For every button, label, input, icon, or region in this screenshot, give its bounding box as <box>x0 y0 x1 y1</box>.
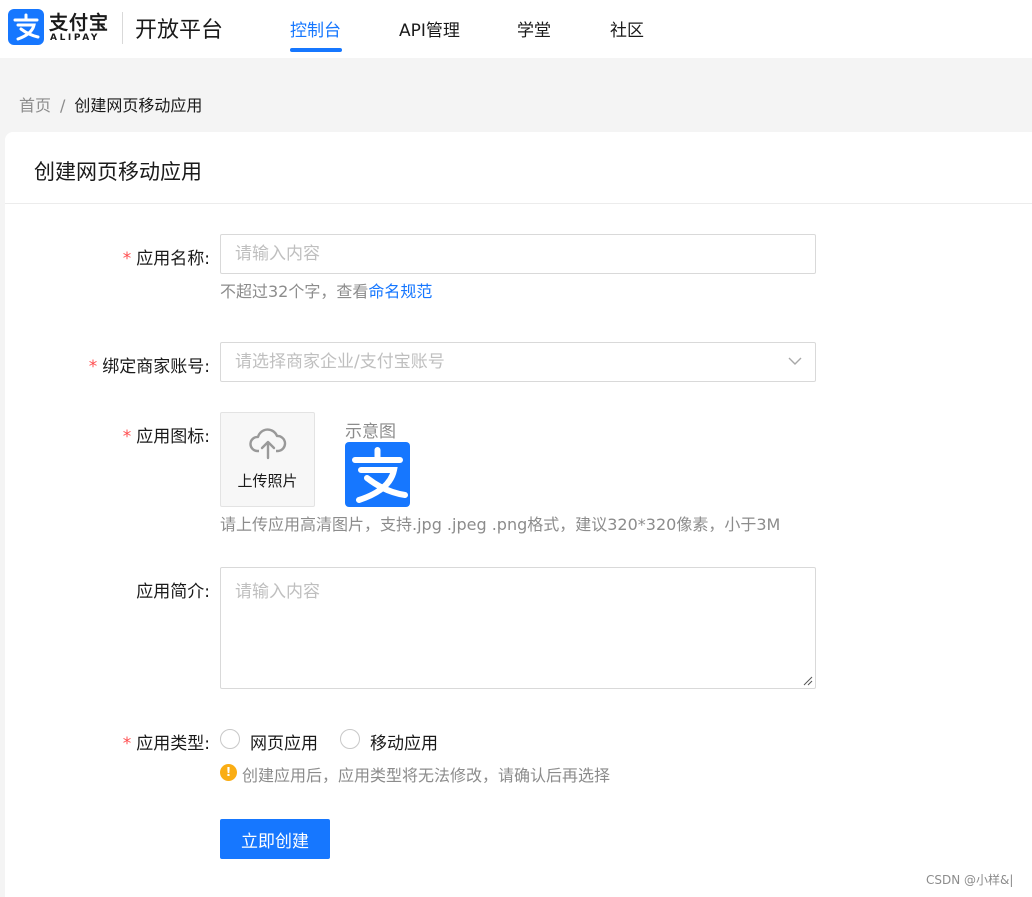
breadcrumb-separator: / <box>60 96 66 115</box>
radio-web-app-label[interactable]: 网页应用 <box>250 729 318 754</box>
nav-console[interactable]: 控制台 <box>290 16 341 41</box>
nav-active-indicator <box>290 48 342 52</box>
resize-grip-icon[interactable] <box>803 676 813 686</box>
breadcrumb: 首页 / 创建网页移动应用 <box>19 92 202 116</box>
merchant-account-placeholder: 请选择商家企业/支付宝账号 <box>235 352 445 372</box>
required-mark: * <box>122 249 132 269</box>
required-mark: * <box>122 734 132 754</box>
upload-photo-label: 上传照片 <box>237 472 298 490</box>
title-divider <box>5 203 1032 204</box>
breadcrumb-current: 创建网页移动应用 <box>74 96 203 115</box>
cloud-upload-icon <box>249 428 287 460</box>
upload-photo-button[interactable]: 上传照片 <box>220 412 315 507</box>
top-navbar: 支付宝 ALIPAY 开放平台 控制台 API管理 学堂 社区 <box>0 0 1032 58</box>
radio-mobile-app-label[interactable]: 移动应用 <box>370 729 438 754</box>
naming-rules-link[interactable]: 命名规范 <box>368 282 432 301</box>
app-name-help: 不超过32个字，查看命名规范 <box>220 282 433 301</box>
page-title: 创建网页移动应用 <box>34 160 202 184</box>
radio-web-app[interactable] <box>220 729 240 749</box>
required-mark: * <box>88 357 98 377</box>
logo-divider <box>122 12 123 44</box>
alipay-logo-icon[interactable] <box>8 9 44 45</box>
create-now-button[interactable]: 立即创建 <box>220 819 330 859</box>
breadcrumb-home[interactable]: 首页 <box>19 96 51 115</box>
app-intro-label: 应用简介: <box>136 582 210 602</box>
chevron-down-icon <box>788 357 802 365</box>
logo-subtext: ALIPAY <box>50 33 101 43</box>
platform-title: 开放平台 <box>135 18 224 43</box>
app-name-input[interactable] <box>220 234 816 274</box>
app-intro-textarea[interactable] <box>220 567 816 689</box>
app-type-label: * 应用类型: <box>122 734 210 754</box>
nav-academy[interactable]: 学堂 <box>517 16 551 41</box>
warning-icon: ! <box>220 764 237 781</box>
merchant-account-label: * 绑定商家账号: <box>88 357 210 377</box>
radio-mobile-app[interactable] <box>340 729 360 749</box>
watermark: CSDN @小样&| <box>926 873 1014 887</box>
app-name-label: * 应用名称: <box>122 249 210 269</box>
nav-community[interactable]: 社区 <box>610 16 644 41</box>
merchant-account-select[interactable]: 请选择商家企业/支付宝账号 <box>220 342 816 382</box>
app-icon-label: * 应用图标: <box>122 427 210 447</box>
demo-label: 示意图 <box>345 422 396 442</box>
app-type-warning: 创建应用后，应用类型将无法修改，请确认后再选择 <box>242 766 611 785</box>
alipay-demo-icon <box>345 442 410 507</box>
nav-api-management[interactable]: API管理 <box>399 16 460 41</box>
app-icon-help: 请上传应用高清图片，支持.jpg .jpeg .png格式，建议320*320像… <box>220 515 781 534</box>
logo-text: 支付宝 <box>49 12 110 34</box>
required-mark: * <box>122 427 132 447</box>
